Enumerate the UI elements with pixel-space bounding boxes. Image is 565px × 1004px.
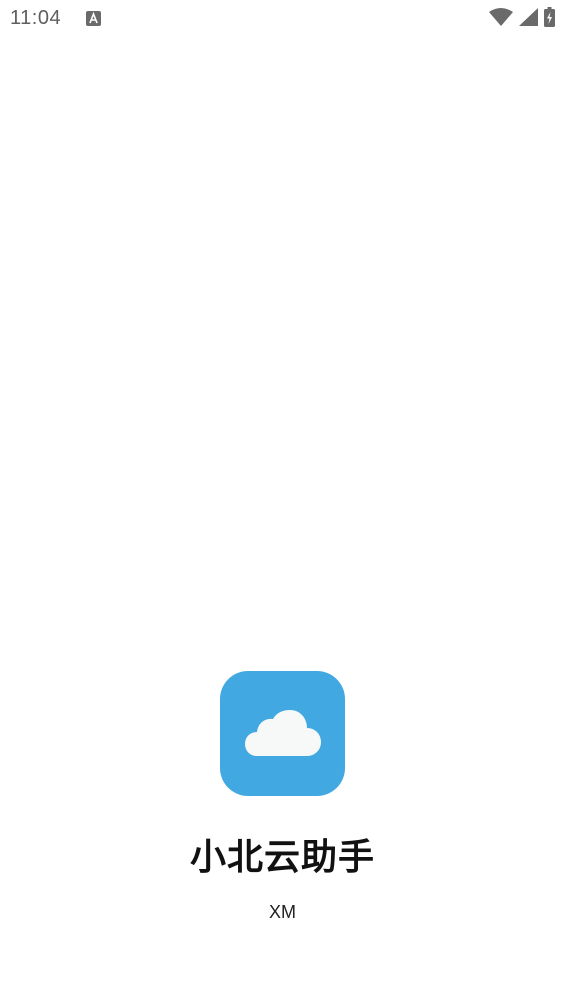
app-logo	[220, 671, 345, 796]
battery-charging-icon	[544, 7, 555, 31]
status-bar: 11:04	[0, 0, 565, 38]
wifi-icon	[489, 8, 513, 30]
text-input-notification-icon	[86, 11, 101, 26]
cell-signal-icon	[519, 8, 538, 30]
splash-screen: 11:04 小北云助手 XM	[0, 0, 565, 1004]
app-name: 小北云助手	[189, 837, 375, 878]
app-author: XM	[269, 902, 296, 922]
status-icons	[489, 7, 555, 31]
cloud-icon	[244, 709, 321, 756]
splash-content: 小北云助手 XM	[0, 671, 565, 923]
status-time: 11:04	[10, 7, 62, 29]
